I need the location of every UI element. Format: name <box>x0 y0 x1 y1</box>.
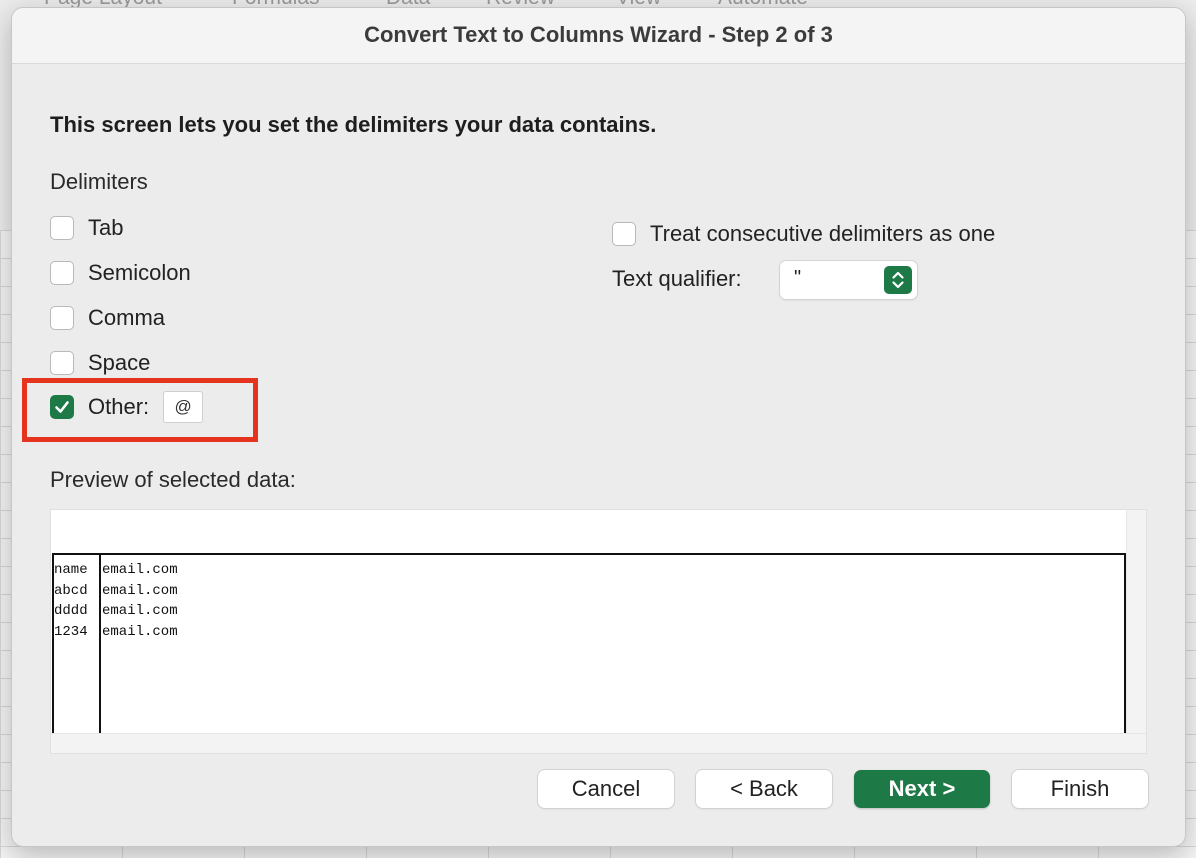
text-qualifier-label: Text qualifier: <box>612 266 742 291</box>
next-button[interactable]: Next > <box>854 770 990 808</box>
preview-cell: name <box>54 562 88 578</box>
preview-cell: email.com <box>102 623 178 640</box>
delimiters-section-label: Delimiters <box>50 169 148 194</box>
preview-cell: email.com <box>102 603 178 619</box>
chevron-up-down-icon[interactable] <box>884 266 912 294</box>
delimiter-comma-option[interactable]: Comma <box>50 305 165 331</box>
preview-cell: abcd <box>54 582 88 599</box>
dialog-intro-text: This screen lets you set the delimiters … <box>50 112 657 137</box>
highlight-annotation-box <box>22 378 258 442</box>
delimiter-semicolon-checkbox[interactable] <box>50 261 74 285</box>
preview-cell: 1234 <box>54 623 88 640</box>
consecutive-delimiters-checkbox[interactable] <box>612 222 636 246</box>
back-button[interactable]: < Back <box>696 770 832 808</box>
delimiter-tab-option[interactable]: Tab <box>50 215 123 241</box>
preview-vertical-scrollbar[interactable] <box>1126 510 1146 753</box>
delimiter-space-label: Space <box>88 350 151 375</box>
text-qualifier-select[interactable]: " <box>780 261 917 299</box>
data-preview-grid: name abcd dddd 1234 email.com email.com … <box>52 553 1126 734</box>
preview-cell: dddd <box>54 603 88 619</box>
consecutive-delimiters-option[interactable]: Treat consecutive delimiters as one <box>612 221 995 247</box>
consecutive-delimiters-label: Treat consecutive delimiters as one <box>650 221 996 246</box>
delimiter-comma-checkbox[interactable] <box>50 306 74 330</box>
delimiter-tab-label: Tab <box>88 215 124 240</box>
delimiter-semicolon-option[interactable]: Semicolon <box>50 260 191 286</box>
preview-cell: email.com <box>102 562 178 578</box>
delimiter-space-checkbox[interactable] <box>50 351 74 375</box>
text-qualifier-value: " <box>794 267 802 289</box>
preview-column-2[interactable]: email.com email.com email.com email.com <box>101 555 1124 734</box>
finish-button[interactable]: Finish <box>1012 770 1148 808</box>
preview-cell: email.com <box>102 582 178 599</box>
delimiter-space-option[interactable]: Space <box>50 350 150 376</box>
delimiter-comma-label: Comma <box>88 305 166 330</box>
text-to-columns-dialog: Convert Text to Columns Wizard - Step 2 … <box>11 7 1186 847</box>
data-preview-pane[interactable]: name abcd dddd 1234 email.com email.com … <box>50 509 1147 754</box>
preview-column-1[interactable]: name abcd dddd 1234 <box>54 555 101 734</box>
dialog-title: Convert Text to Columns Wizard - Step 2 … <box>12 8 1185 64</box>
preview-label: Preview of selected data: <box>50 467 296 492</box>
delimiter-tab-checkbox[interactable] <box>50 216 74 240</box>
cancel-button[interactable]: Cancel <box>538 770 674 808</box>
preview-horizontal-scrollbar[interactable] <box>51 733 1146 753</box>
delimiter-semicolon-label: Semicolon <box>88 260 191 285</box>
